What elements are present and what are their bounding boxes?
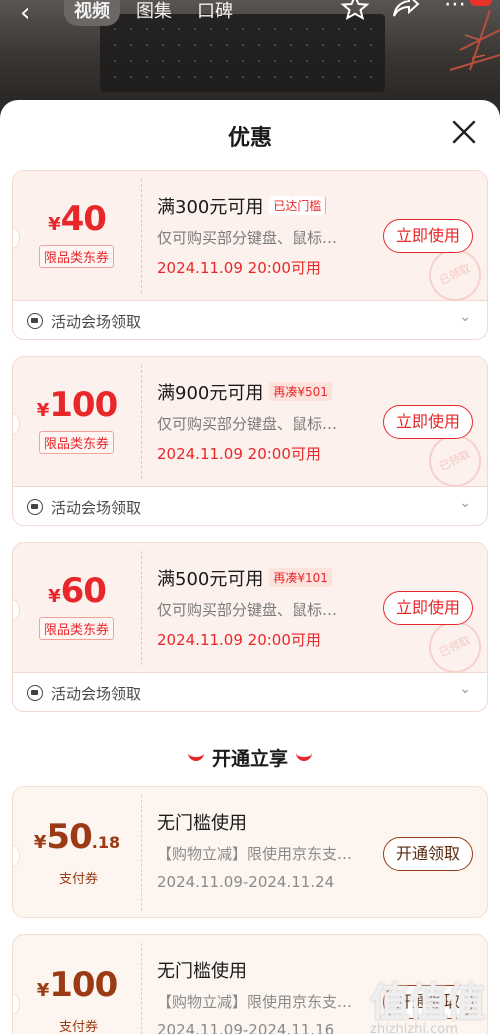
threshold-tag: 已达门槛	[269, 196, 327, 215]
coupon-value: ¥100 限品类东券	[13, 357, 141, 487]
coupon-divider	[141, 179, 142, 293]
tab-video[interactable]: 视频	[64, 0, 120, 26]
coupon-footer[interactable]: 活动会场领取 ⌄	[13, 301, 487, 339]
coupon-condition: 满300元可用 已达门槛	[157, 193, 487, 219]
coupon-source: 活动会场领取	[51, 313, 142, 331]
coupon-price: ¥100	[13, 965, 141, 1005]
sheet-title: 优惠	[227, 126, 272, 151]
chevron-down-icon[interactable]: ⌄	[459, 309, 471, 325]
coupon-condition-text: 满500元可用	[157, 569, 264, 590]
coupon-source: 活动会场领取	[51, 685, 142, 703]
share-icon[interactable]	[392, 0, 420, 18]
chevron-down-icon[interactable]: ⌄	[459, 495, 471, 511]
coupon-price: ¥50.18	[13, 817, 141, 857]
coupon-card: ¥40 限品类东券 满300元可用 已达门槛 仅可购买部分键盘、鼠标… 2024.…	[12, 170, 488, 340]
coupon-type-tag: 限品类东券	[39, 617, 115, 640]
chevron-down-icon[interactable]: ⌄	[459, 681, 471, 697]
coupon-divider	[141, 943, 142, 1034]
notification-badge	[470, 0, 492, 6]
tab-reviews[interactable]: 口碑	[197, 0, 233, 26]
coupon-main: ¥40 限品类东券 满300元可用 已达门槛 仅可购买部分键盘、鼠标… 2024.…	[13, 171, 487, 310]
use-now-button[interactable]: 立即使用	[383, 219, 473, 253]
smile-icon	[187, 753, 204, 761]
smile-icon	[296, 753, 312, 761]
currency-symbol: ¥	[48, 214, 61, 235]
currency-symbol: ¥	[36, 980, 50, 1001]
coupon-footer[interactable]: 活动会场领取 ⌄	[13, 487, 487, 525]
coupon-footer[interactable]: 活动会场领取 ⌄	[13, 673, 487, 711]
coupon-validity: 2024.11.09-2024.11.24	[157, 873, 335, 891]
coupon-divider	[141, 365, 142, 479]
section-header: 开通立享	[0, 744, 500, 771]
coupon-condition-text: 满300元可用	[157, 197, 264, 218]
coupon-amount-decimal: .18	[91, 833, 121, 852]
currency-symbol: ¥	[36, 400, 50, 421]
coupon-type-tag: 限品类东券	[39, 245, 115, 268]
plant-decoration	[449, 10, 500, 71]
venue-icon	[27, 685, 43, 701]
coupon-amount: 100	[49, 965, 118, 1005]
coupon-divider	[141, 551, 142, 665]
coupon-condition-text: 满900元可用	[157, 383, 264, 404]
venue-icon	[27, 313, 43, 329]
close-icon[interactable]	[450, 118, 478, 146]
venue-icon	[27, 499, 43, 515]
tab-gallery[interactable]: 图集	[136, 0, 172, 26]
star-icon[interactable]	[340, 0, 370, 20]
threshold-tag: 再凑¥101	[269, 568, 332, 587]
coupon-amount: 40	[60, 199, 107, 239]
coupon-amount: 100	[49, 385, 118, 425]
site-watermark: 值值值 zhizhizhi.com	[370, 970, 494, 1034]
coupon-price: ¥60	[13, 571, 141, 611]
more-icon[interactable]: ⋯	[444, 0, 466, 17]
coupon-condition: 无门槛使用	[157, 813, 247, 834]
payment-coupon-card: ¥50.18 支付券 无门槛使用 【购物立减】限使用京东支… 2024.11.0…	[12, 786, 488, 918]
coupon-amount: 50	[46, 817, 92, 857]
coupon-main: ¥100 限品类东券 满900元可用 再凑¥501 仅可购买部分键盘、鼠标… 20…	[13, 357, 487, 496]
currency-symbol: ¥	[48, 586, 61, 607]
coupon-value: ¥60 限品类东券	[13, 543, 141, 673]
product-image-header: ‹ 视频 图集 口碑 ⋯	[0, 0, 500, 100]
activate-claim-button[interactable]: 开通领取	[383, 837, 473, 871]
coupon-condition: 满500元可用 再凑¥101	[157, 565, 487, 591]
coupon-price: ¥100	[13, 385, 141, 425]
use-now-button[interactable]: 立即使用	[383, 591, 473, 625]
section-title: 开通立享	[211, 748, 288, 770]
use-now-button[interactable]: 立即使用	[383, 405, 473, 439]
currency-symbol: ¥	[33, 832, 47, 853]
coupon-divider	[141, 795, 142, 911]
coupon-card: ¥60 限品类东券 满500元可用 再凑¥101 仅可购买部分键盘、鼠标… 202…	[12, 542, 488, 712]
coupon-value: ¥40 限品类东券	[13, 171, 141, 301]
coupon-type-tag: 支付券	[59, 1020, 99, 1034]
coupon-source: 活动会场领取	[51, 499, 142, 517]
coupon-price: ¥40	[13, 199, 141, 239]
coupon-amount: 60	[60, 571, 107, 611]
watermark-logo: 值值值	[370, 980, 486, 1026]
coupon-main: ¥60 限品类东券 满500元可用 再凑¥101 仅可购买部分键盘、鼠标… 202…	[13, 543, 487, 682]
coupon-type-tag: 支付券	[59, 872, 99, 887]
coupon-value: ¥50.18 支付券	[13, 787, 141, 917]
coupon-sheet: 优惠 ¥40 限品类东券 满300元可用 已达门槛 仅可购买部分键盘、鼠标… 20…	[0, 100, 500, 1034]
back-icon[interactable]: ‹	[20, 0, 30, 28]
coupon-condition: 满900元可用 再凑¥501	[157, 379, 487, 405]
threshold-tag: 再凑¥501	[269, 382, 332, 401]
coupon-value: ¥100 支付券	[13, 935, 141, 1034]
coupon-card: ¥100 限品类东券 满900元可用 再凑¥501 仅可购买部分键盘、鼠标… 20…	[12, 356, 488, 526]
coupon-type-tag: 限品类东券	[39, 431, 115, 454]
